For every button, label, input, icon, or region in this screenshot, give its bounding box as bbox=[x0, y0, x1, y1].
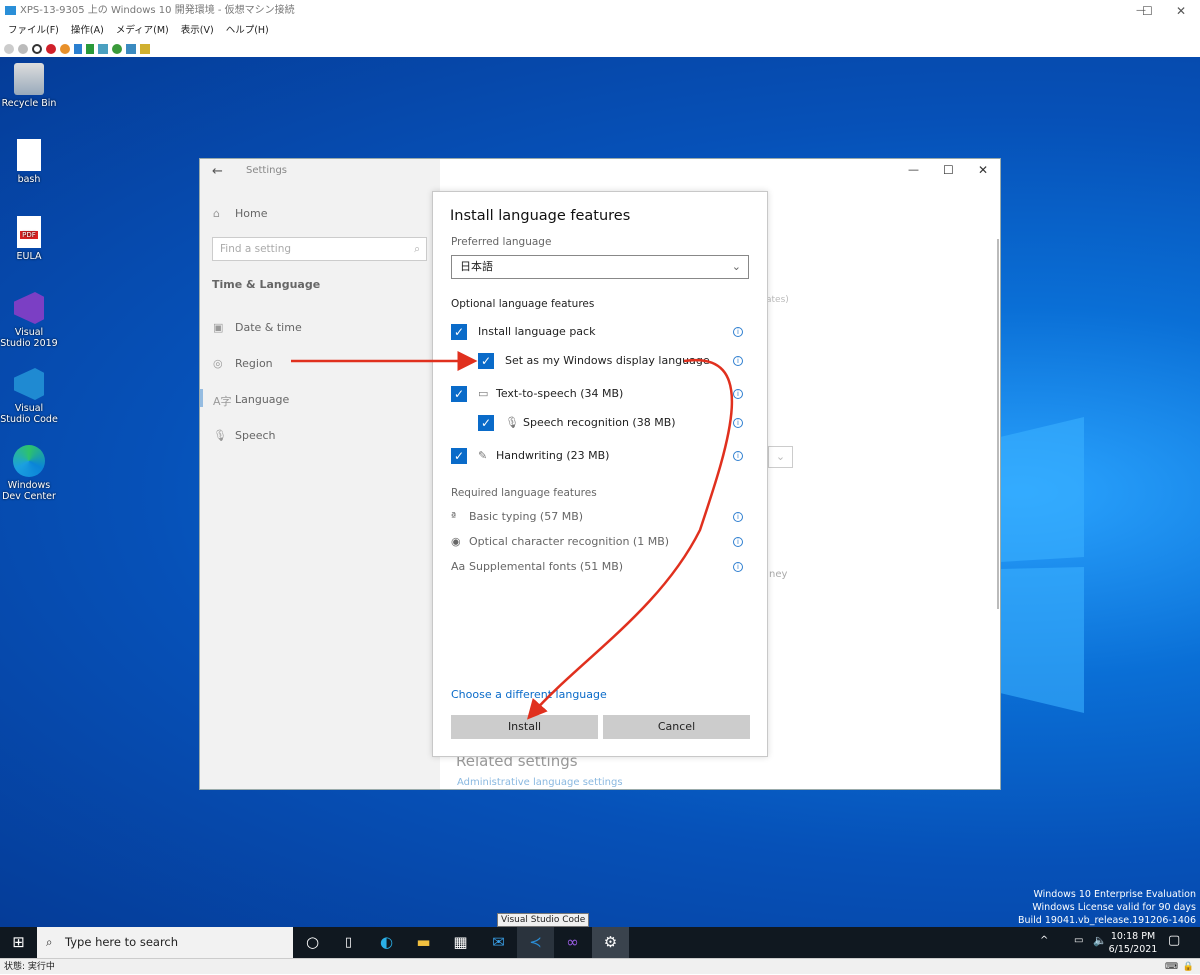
start-button[interactable]: ⊞ bbox=[0, 927, 37, 958]
visual-studio-taskbar-icon[interactable]: ∞ bbox=[554, 927, 591, 958]
vm-status-bar: 状態: 実行中 ⌨ 🔒 bbox=[0, 958, 1200, 974]
volume-icon[interactable]: 🔈 bbox=[1093, 934, 1107, 947]
keyboard-mouse-icon: ⌨ bbox=[1165, 962, 1178, 972]
notification-icon[interactable]: ▢ bbox=[1168, 933, 1180, 948]
settings-gear-icon[interactable]: ⚙ bbox=[592, 927, 629, 958]
status-text: 状態: 実行中 bbox=[4, 962, 55, 972]
task-view-icon[interactable]: ▯ bbox=[330, 927, 367, 958]
network-icon[interactable]: ▭ bbox=[1074, 935, 1083, 946]
mail-icon[interactable]: ✉ bbox=[480, 927, 517, 958]
edge-icon[interactable]: ◐ bbox=[368, 927, 405, 958]
vscode-taskbar-icon[interactable]: ≺ bbox=[517, 927, 554, 958]
annotation-arrows bbox=[291, 351, 734, 720]
cortana-icon[interactable]: ○ bbox=[294, 927, 331, 958]
store-icon[interactable]: ▦ bbox=[442, 927, 479, 958]
taskbar-search-box[interactable]: ⌕ Type here to search bbox=[37, 927, 293, 958]
lock-icon: 🔒 bbox=[1182, 962, 1194, 972]
show-hidden-icons[interactable]: ^ bbox=[1040, 935, 1048, 946]
clock[interactable]: 10:18 PM 6/15/2021 bbox=[1108, 930, 1158, 956]
search-icon: ⌕ bbox=[46, 935, 53, 949]
arrow-to-install bbox=[527, 358, 734, 720]
file-explorer-icon[interactable]: ▬ bbox=[405, 927, 442, 958]
taskbar: ⊞ ⌕ Type here to search ○ ▯ ◐ ▬ ▦ ✉ ≺ ∞ ⚙… bbox=[0, 927, 1200, 958]
